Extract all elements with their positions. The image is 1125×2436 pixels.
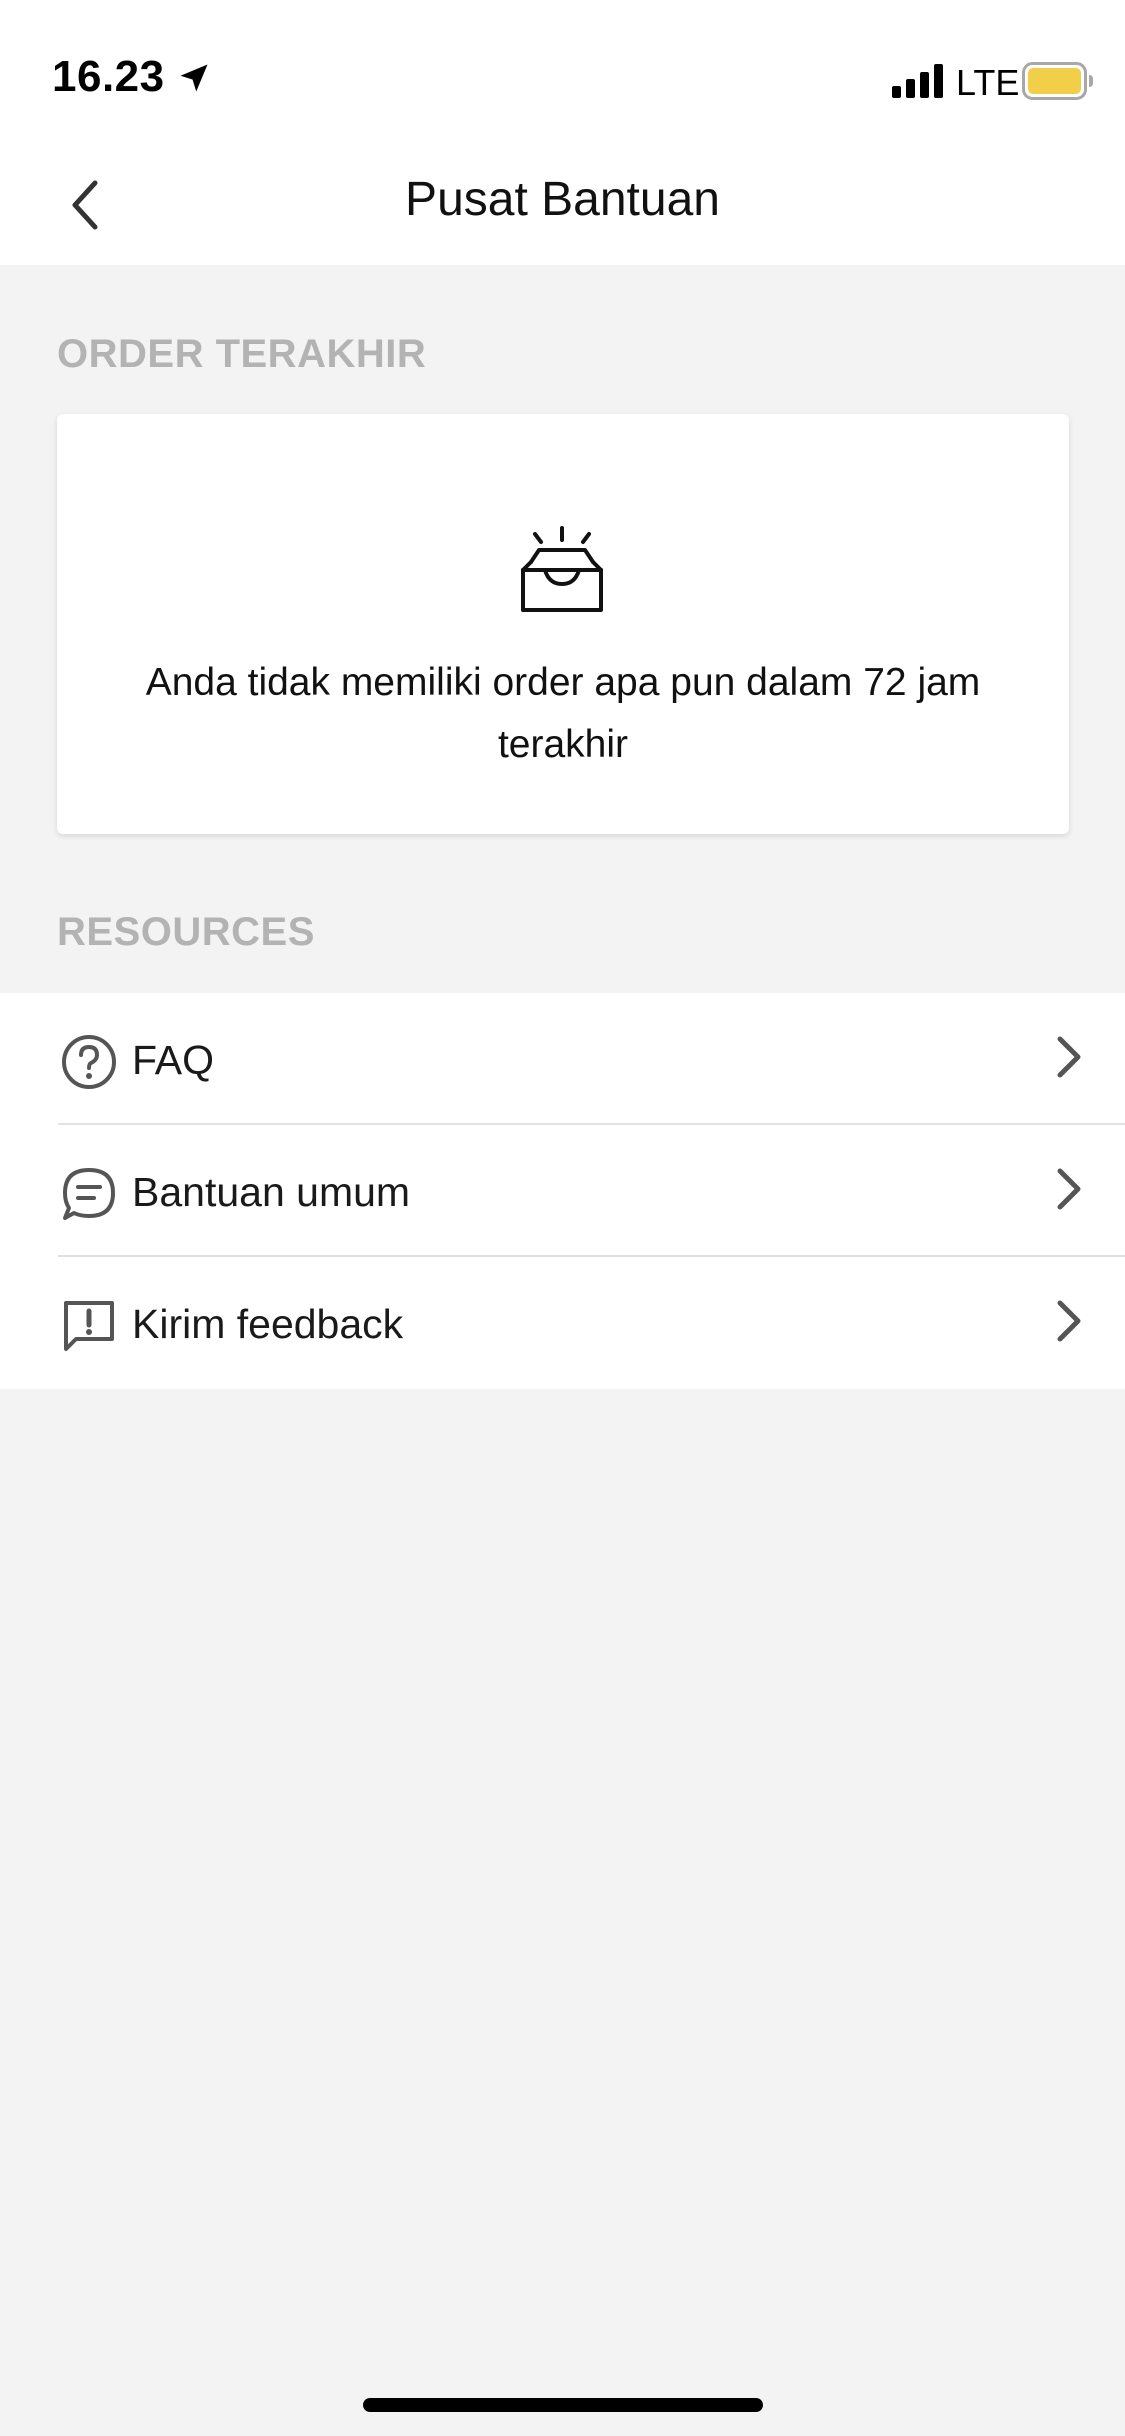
chevron-right-icon [1057,1300,1081,1342]
resource-item-label: Kirim feedback [132,1301,404,1347]
home-indicator[interactable] [363,2398,763,2412]
battery-icon [1022,62,1093,100]
chevron-right-icon [1057,1168,1081,1210]
resource-item-faq[interactable]: FAQ [0,993,1125,1125]
recent-orders-card: Anda tidak memiliki order apa pun dalam … [57,414,1069,834]
status-bar: 16.23 LTE [0,0,1125,150]
section-header-recent-orders: ORDER TERAKHIR [57,332,427,376]
resource-item-label: FAQ [132,1037,215,1083]
inbox-icon [521,526,603,612]
chat-bubble-icon [63,1168,115,1220]
question-circle-icon [62,1035,116,1089]
cellular-signal-icon [892,64,943,98]
resources-list: FAQ Bantuan umum Kirim feedback [0,993,1125,1389]
network-type: LTE [956,62,1020,103]
feedback-alert-icon [64,1301,114,1351]
chevron-right-icon [1057,1036,1081,1078]
status-time: 16.23 [52,52,165,101]
page-title: Pusat Bantuan [405,173,720,226]
resource-item-send-feedback[interactable]: Kirim feedback [0,1257,1125,1389]
resource-item-general-help[interactable]: Bantuan umum [0,1125,1125,1257]
resource-item-label: Bantuan umum [132,1169,411,1215]
section-header-resources: RESOURCES [57,910,315,954]
location-arrow-icon [180,64,208,92]
empty-orders-message: Anda tidak memiliki order apa pun dalam … [145,661,981,766]
navigation-bar: Pusat Bantuan [0,150,1125,265]
